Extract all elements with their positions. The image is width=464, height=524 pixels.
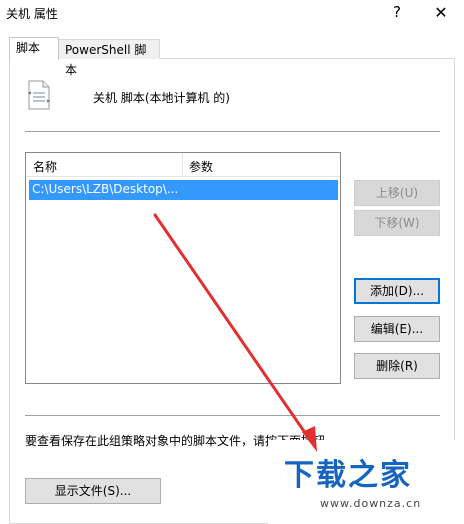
- column-divider[interactable]: [182, 153, 183, 176]
- edit-button[interactable]: 编辑(E)...: [354, 316, 440, 342]
- tab-powershell-scripts[interactable]: PowerShell 脚本: [58, 39, 160, 77]
- scripts-header-label: 关机 脚本(本地计算机 的): [93, 91, 230, 105]
- list-item[interactable]: C:\Users\LZB\Desktop\...: [29, 180, 338, 200]
- watermark-url: www.downza.cn: [320, 497, 422, 510]
- move-down-button[interactable]: 下移(W): [354, 210, 440, 236]
- help-button[interactable]: ?: [388, 2, 406, 22]
- separator-top: [25, 131, 440, 132]
- script-file-icon: [27, 80, 51, 110]
- title-bar: 关机 属性 ? ✕: [0, 0, 464, 26]
- window-title: 关机 属性: [6, 7, 58, 21]
- show-files-button[interactable]: 显示文件(S)...: [25, 478, 161, 504]
- column-header-name[interactable]: 名称: [33, 158, 57, 175]
- remove-button[interactable]: 删除(R): [354, 353, 440, 379]
- move-up-button[interactable]: 上移(U): [354, 180, 440, 206]
- close-button[interactable]: ✕: [428, 2, 454, 24]
- watermark: 下载之家 www.downza.cn: [268, 440, 464, 524]
- separator-bottom: [25, 415, 440, 416]
- watermark-logo-text: 下载之家: [284, 458, 412, 493]
- properties-dialog: 关机 属性 ? ✕ 脚本 PowerShell 脚本 关机 脚本(本地计算机 的…: [0, 0, 464, 524]
- list-header: 名称 参数: [26, 153, 340, 177]
- add-button[interactable]: 添加(D)...: [354, 278, 440, 304]
- column-header-params[interactable]: 参数: [189, 158, 213, 175]
- tab-scripts[interactable]: 脚本: [9, 37, 59, 60]
- scripts-list[interactable]: 名称 参数 C:\Users\LZB\Desktop\...: [25, 152, 341, 384]
- list-item-name: C:\Users\LZB\Desktop\...: [32, 182, 179, 196]
